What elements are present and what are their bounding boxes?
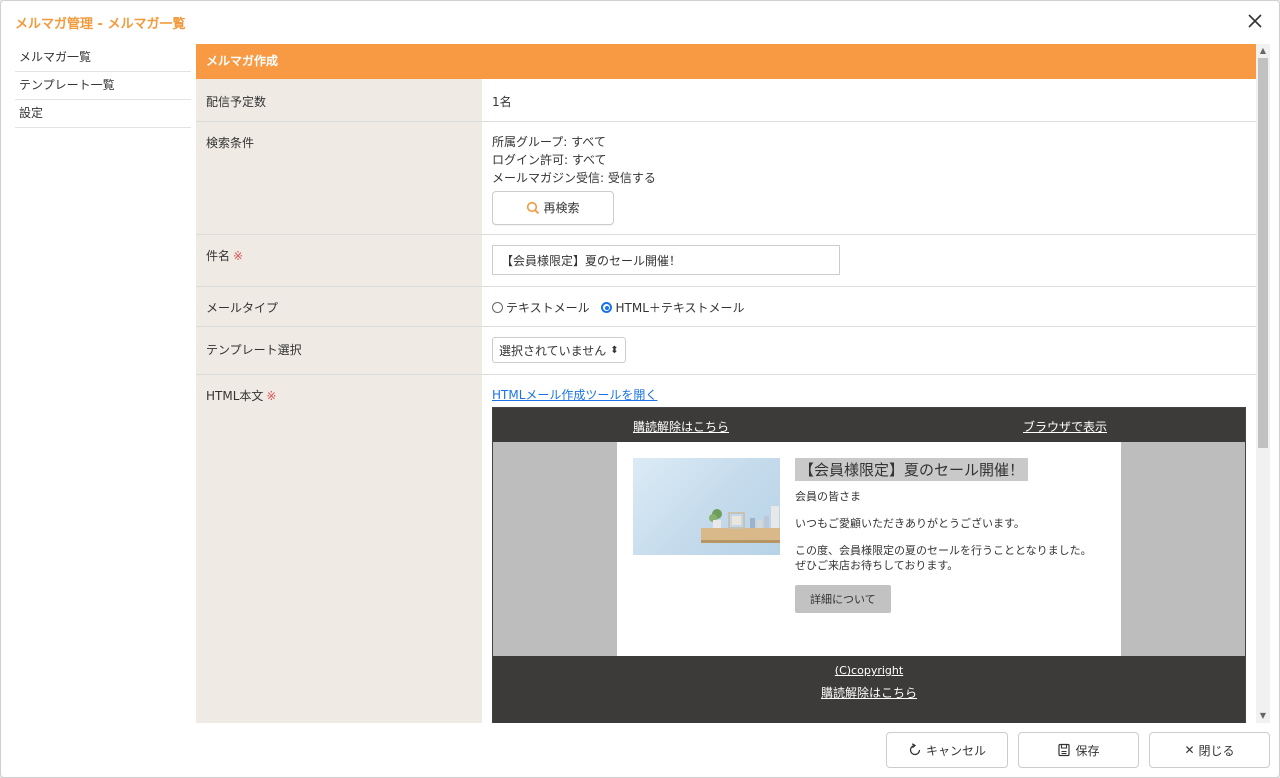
preview-card: 【会員様限定】夏のセール開催！ 会員の皆さま いつもご愛顧いただきありがとうござ…: [617, 442, 1121, 656]
close-button-label: 閉じる: [1198, 743, 1235, 758]
conditions-label: 検索条件: [196, 122, 482, 234]
preview-thanks: いつもご愛顧いただきありがとうございます。: [795, 517, 1025, 530]
radio-html-mail-label: HTML＋テキストメール: [615, 301, 745, 315]
template-select-value: 選択されていません: [499, 343, 607, 358]
research-button[interactable]: 再検索: [492, 191, 614, 225]
main-content: メルマガ作成 配信予定数 1名 検索条件 所属グループ: すべて ログイン許可:…: [196, 44, 1256, 723]
html-body-required-mark: ※: [266, 389, 277, 403]
dialog-window: メルマガ管理 - メルマガ一覧 メルマガ一覧 テンプレート一覧 設定 メルマガ作…: [0, 0, 1280, 778]
close-button-icon: ✕: [1184, 743, 1195, 757]
search-icon: [527, 201, 540, 215]
sidebar-item-template-list[interactable]: テンプレート一覧: [15, 72, 191, 100]
scroll-up-icon[interactable]: ▲: [1256, 44, 1270, 58]
preview-view-browser-link[interactable]: ブラウザで表示: [1023, 418, 1107, 435]
footer-bar: キャンセル 保存 ✕ 閉じる: [1, 723, 1279, 777]
preview-unsubscribe-top-link[interactable]: 購読解除はこちら: [633, 418, 729, 435]
save-icon: [1058, 743, 1071, 757]
scrollbar-thumb[interactable]: [1258, 58, 1268, 448]
window-title: メルマガ管理 - メルマガ一覧: [15, 17, 186, 32]
condition-login: ログイン許可: すべて: [492, 153, 607, 167]
radio-text-mail[interactable]: テキストメール: [492, 299, 590, 316]
row-conditions: 検索条件 所属グループ: すべて ログイン許可: すべて メールマガジン受信: …: [196, 122, 1256, 235]
row-subject: 件名 ※: [196, 235, 1256, 287]
subject-input[interactable]: [492, 245, 840, 275]
title-bar: メルマガ管理 - メルマガ一覧: [1, 1, 1279, 43]
preview-body2: ぜひご来店お待ちしております。: [795, 559, 959, 572]
preview-title: 【会員様限定】夏のセール開催！: [795, 458, 1029, 481]
subject-label-text: 件名: [206, 249, 231, 263]
template-value: 選択されていません ⬍: [482, 327, 1256, 374]
close-button[interactable]: ✕ 閉じる: [1149, 732, 1270, 768]
recipients-value: 1名: [492, 95, 512, 109]
mail-type-label: メールタイプ: [196, 287, 482, 326]
conditions-value: 所属グループ: すべて ログイン許可: すべて メールマガジン受信: 受信する …: [482, 122, 1256, 234]
cancel-button[interactable]: キャンセル: [886, 732, 1008, 768]
close-icon[interactable]: [1245, 11, 1265, 31]
radio-html-mail[interactable]: HTML＋テキストメール: [601, 299, 745, 316]
select-arrows-icon: ⬍: [610, 344, 619, 356]
html-preview: 購読解除はこちら ブラウザで表示 【会員様限定】夏のセール開催！ 会員の皆さま …: [492, 407, 1246, 723]
radio-circle-icon: [492, 302, 503, 313]
template-select[interactable]: 選択されていません ⬍: [492, 337, 626, 363]
row-mail-type: メールタイプ テキストメール HTML＋テキストメール: [196, 287, 1256, 327]
sidebar-item-mailmag-list[interactable]: メルマガ一覧: [15, 44, 191, 72]
section-header: メルマガ作成: [196, 44, 1256, 79]
sidebar-item-settings[interactable]: 設定: [15, 100, 191, 128]
row-html-body: HTML本文 ※ HTMLメール作成ツールを開く 購読解除はこちら ブラウザで表示: [196, 375, 1256, 723]
recipients-label: 配信予定数: [196, 79, 482, 121]
cancel-button-label: キャンセル: [925, 743, 986, 758]
subject-value: [482, 235, 1256, 286]
condition-group: 所属グループ: すべて: [492, 135, 606, 149]
preview-footer: (C)copyright 購読解除はこちら: [493, 656, 1245, 723]
preview-unsubscribe-bottom-link[interactable]: 購読解除はこちら: [493, 684, 1245, 701]
condition-newsletter: メールマガジン受信: 受信する: [492, 171, 656, 185]
preview-body1: この度、会員様限定の夏のセールを行うこととなりました。: [795, 544, 1092, 557]
radio-checked-icon: [601, 302, 613, 313]
preview-header: 購読解除はこちら ブラウザで表示: [493, 408, 1245, 442]
sidebar: メルマガ一覧 テンプレート一覧 設定: [15, 44, 191, 128]
row-template: テンプレート選択 選択されていません ⬍: [196, 327, 1256, 375]
preview-details-button[interactable]: 詳細について: [795, 585, 891, 613]
html-body-label: HTML本文 ※: [196, 375, 482, 723]
mail-type-value: テキストメール HTML＋テキストメール: [482, 287, 1256, 326]
refresh-icon: [909, 743, 921, 756]
scroll-down-icon[interactable]: ▼: [1256, 709, 1270, 723]
html-tool-link[interactable]: HTMLメール作成ツールを開く: [492, 388, 657, 402]
radio-text-mail-label: テキストメール: [506, 301, 590, 315]
save-button[interactable]: 保存: [1018, 732, 1139, 768]
save-button-label: 保存: [1075, 743, 1100, 758]
preview-copyright-link[interactable]: (C)copyright: [493, 664, 1245, 677]
html-body-value: HTMLメール作成ツールを開く 購読解除はこちら ブラウザで表示 【会員様限定】…: [482, 375, 1256, 723]
preview-text: 【会員様限定】夏のセール開催！ 会員の皆さま いつもご愛顧いただきありがとうござ…: [795, 458, 1095, 613]
preview-image: [633, 458, 780, 555]
preview-greeting: 会員の皆さま: [795, 490, 861, 503]
subject-label: 件名 ※: [196, 235, 482, 286]
vertical-scrollbar[interactable]: ▲ ▼: [1256, 44, 1270, 723]
html-body-label-text: HTML本文: [206, 389, 264, 403]
row-recipients: 配信予定数 1名: [196, 79, 1256, 122]
research-button-label: 再検索: [543, 201, 580, 215]
subject-required-mark: ※: [233, 249, 244, 263]
template-label: テンプレート選択: [196, 327, 482, 374]
